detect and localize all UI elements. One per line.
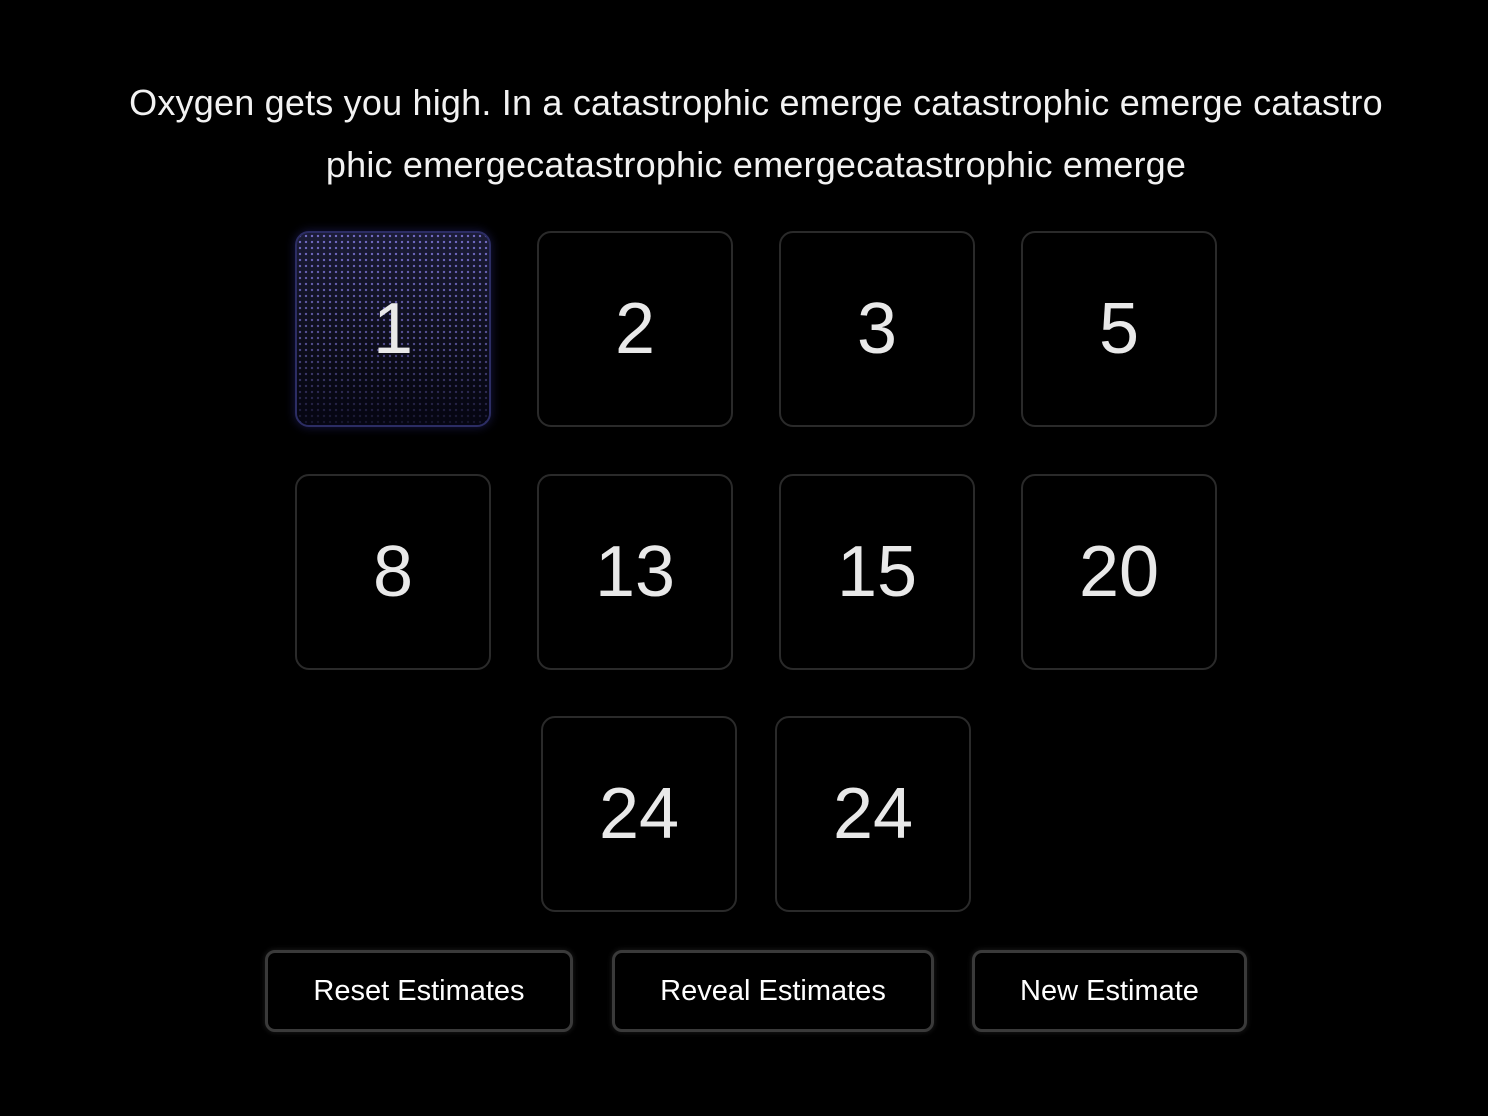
- estimate-card-1-selected[interactable]: 1: [295, 231, 491, 427]
- estimate-card-15[interactable]: 15: [779, 474, 975, 670]
- card-value: 2: [614, 289, 656, 369]
- card-value: 5: [1098, 289, 1140, 369]
- estimate-card-24-a[interactable]: 24: [541, 716, 737, 912]
- card-value: 8: [372, 532, 414, 612]
- card-value: 13: [594, 532, 676, 612]
- story-title-line-2: phic emergecatastrophic emergecatastroph…: [325, 144, 1187, 185]
- estimate-card-8[interactable]: 8: [295, 474, 491, 670]
- estimate-card-2[interactable]: 2: [537, 231, 733, 427]
- estimate-card-24-b[interactable]: 24: [775, 716, 971, 912]
- estimate-card-13[interactable]: 13: [537, 474, 733, 670]
- card-value: 24: [598, 774, 680, 854]
- estimate-card-20[interactable]: 20: [1021, 474, 1217, 670]
- new-estimate-button[interactable]: New Estimate: [972, 950, 1247, 1032]
- story-title-line-1: Oxygen gets you high. In a catastrophic …: [129, 82, 1383, 123]
- reset-estimates-button[interactable]: Reset Estimates: [265, 950, 573, 1032]
- card-value: 15: [836, 532, 918, 612]
- card-value: 3: [856, 289, 898, 369]
- card-value: 1: [372, 289, 414, 369]
- estimate-card-5[interactable]: 5: [1021, 231, 1217, 427]
- reveal-estimates-button[interactable]: Reveal Estimates: [612, 950, 934, 1032]
- estimation-page: Oxygen gets you high. In a catastrophic …: [0, 0, 1488, 1116]
- card-value: 20: [1078, 532, 1160, 612]
- story-title: Oxygen gets you high. In a catastrophic …: [40, 72, 1472, 196]
- card-value: 24: [832, 774, 914, 854]
- estimate-card-3[interactable]: 3: [779, 231, 975, 427]
